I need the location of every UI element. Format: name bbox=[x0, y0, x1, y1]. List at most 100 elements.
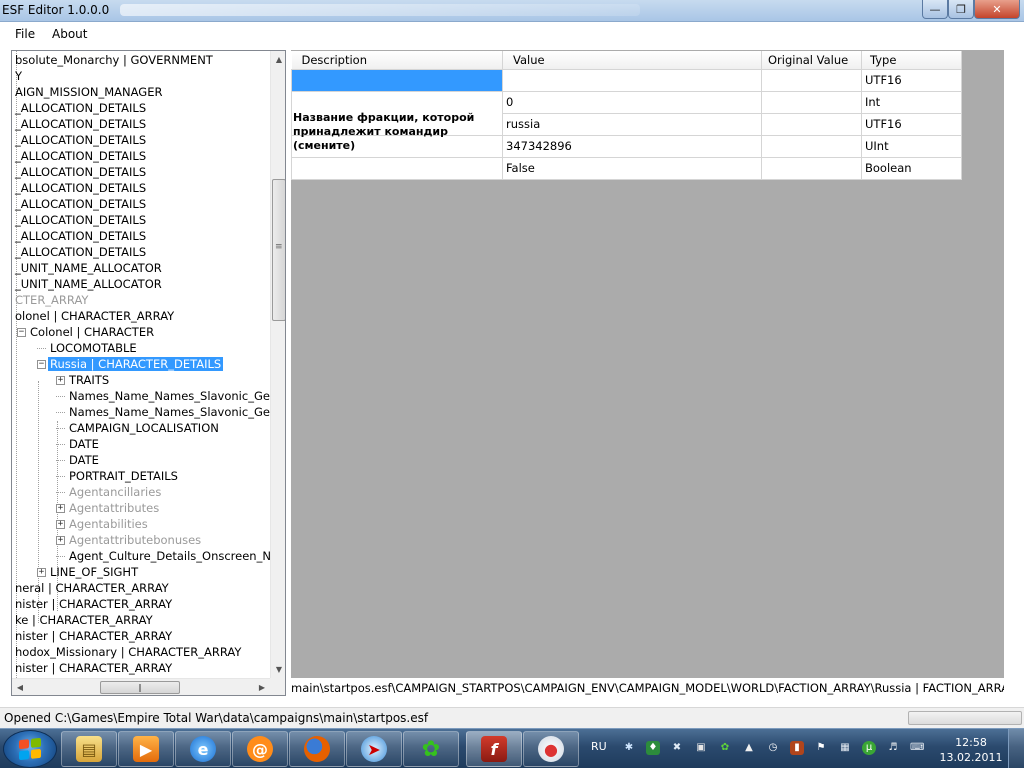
language-indicator[interactable]: RU bbox=[591, 740, 607, 753]
tree-node[interactable]: _ALLOCATION_DETAILS bbox=[13, 212, 148, 228]
cell-value[interactable]: False bbox=[502, 156, 762, 180]
tree-hscroll-thumb[interactable]: ‖ bbox=[100, 681, 180, 694]
cell-type[interactable]: UTF16 bbox=[861, 112, 962, 136]
tree-node[interactable]: _ALLOCATION_DETAILS bbox=[13, 148, 148, 164]
column-header-type[interactable]: Type bbox=[861, 51, 962, 70]
expand-plus-icon[interactable]: + bbox=[37, 568, 46, 577]
collapse-minus-icon[interactable]: − bbox=[17, 328, 26, 337]
tree-vscroll-thumb[interactable]: ≡ bbox=[272, 179, 285, 321]
expand-plus-icon[interactable]: + bbox=[56, 520, 65, 529]
security-icon[interactable]: ♦ bbox=[646, 741, 660, 755]
scroll-up-icon[interactable]: ▲ bbox=[271, 51, 285, 68]
minimize-button[interactable]: — bbox=[922, 0, 948, 19]
cell-original-value[interactable] bbox=[761, 134, 862, 158]
tree-node[interactable]: TRAITS bbox=[67, 372, 111, 388]
cell-original-value[interactable] bbox=[761, 68, 862, 92]
taskbar-mail[interactable]: @ bbox=[232, 731, 288, 767]
cell-description[interactable] bbox=[291, 68, 503, 92]
tree-node[interactable]: _ALLOCATION_DETAILS bbox=[13, 132, 148, 148]
show-desktop-button[interactable] bbox=[1008, 729, 1024, 768]
taskbar-icq[interactable]: ✿ bbox=[403, 731, 459, 767]
tree-node[interactable]: Colonel | CHARACTER bbox=[28, 324, 156, 340]
tree-node[interactable]: _ALLOCATION_DETAILS bbox=[13, 100, 148, 116]
volume-icon[interactable]: ♬ bbox=[886, 741, 900, 755]
expand-plus-icon[interactable]: + bbox=[56, 536, 65, 545]
network-tool-icon[interactable]: ✱ bbox=[622, 741, 636, 755]
utorrent-icon[interactable]: µ bbox=[862, 741, 876, 755]
puzzle-icon[interactable]: ▣ bbox=[694, 741, 708, 755]
tree-node[interactable]: Names_Name_Names_Slavonic_Generalmajor bbox=[67, 388, 270, 404]
grid-row[interactable]: UTF16 bbox=[291, 68, 962, 92]
tree-node[interactable]: ke | CHARACTER_ARRAY bbox=[13, 612, 155, 628]
tree-node[interactable]: LOCOMOTABLE bbox=[48, 340, 139, 356]
cell-type[interactable]: UInt bbox=[861, 134, 962, 158]
tree-node[interactable]: olonel | CHARACTER_ARRAY bbox=[13, 308, 176, 324]
tree-node[interactable]: _UNIT_NAME_ALLOCATOR bbox=[13, 260, 164, 276]
cell-type[interactable]: UTF16 bbox=[861, 68, 962, 92]
scroll-down-icon[interactable]: ▼ bbox=[271, 661, 285, 678]
menu-file[interactable]: File bbox=[15, 27, 35, 41]
cell-value[interactable]: 0 bbox=[502, 90, 762, 114]
taskbar-firefox[interactable] bbox=[289, 731, 345, 767]
tree-node[interactable]: PORTRAIT_DETAILS bbox=[67, 468, 180, 484]
grid-row[interactable]: 0 Int bbox=[291, 90, 962, 135]
collapse-minus-icon[interactable]: − bbox=[37, 360, 46, 369]
column-header-description[interactable]: Description bbox=[291, 51, 503, 70]
start-button[interactable] bbox=[3, 730, 57, 768]
tree-node[interactable]: Names_Name_Names_Slavonic_Generaltolmaso… bbox=[67, 404, 270, 420]
tree-node[interactable]: Agentattributebonuses bbox=[67, 532, 203, 548]
close-button[interactable]: ✕ bbox=[974, 0, 1020, 19]
tree-node[interactable]: Agentabilities bbox=[67, 516, 150, 532]
system-clock[interactable]: 12:58 13.02.2011 bbox=[938, 735, 1004, 765]
grid-row[interactable]: False Boolean bbox=[291, 156, 962, 180]
tree-vertical-scrollbar[interactable]: ▲ ≡ ▼ bbox=[270, 51, 285, 678]
cell-value[interactable] bbox=[502, 68, 762, 92]
tree-horizontal-scrollbar[interactable]: ◀ ‖ ▶ bbox=[12, 678, 270, 695]
tree-node[interactable]: _ALLOCATION_DETAILS bbox=[13, 164, 148, 180]
tree-node[interactable]: _ALLOCATION_DETAILS bbox=[13, 228, 148, 244]
action-center-flag-icon[interactable]: ⚑ bbox=[814, 741, 828, 755]
keyboard-icon[interactable]: ⌨ bbox=[910, 741, 924, 755]
tree-node[interactable]: _ALLOCATION_DETAILS bbox=[13, 180, 148, 196]
book-icon[interactable]: ▮ bbox=[790, 741, 804, 755]
tree-node[interactable]: _ALLOCATION_DETAILS bbox=[13, 116, 148, 132]
column-header-original-value[interactable]: Original Value bbox=[761, 51, 862, 70]
cell-original-value[interactable] bbox=[761, 156, 862, 180]
taskbar-safari[interactable]: ➤ bbox=[346, 731, 402, 767]
tree-node[interactable]: CTER_ARRAY bbox=[13, 292, 90, 308]
network-icon[interactable]: ▦ bbox=[838, 741, 852, 755]
expand-plus-icon[interactable]: + bbox=[56, 504, 65, 513]
cell-value[interactable]: russia bbox=[502, 112, 762, 136]
tree-node[interactable]: Y bbox=[13, 68, 24, 84]
cell-description[interactable] bbox=[291, 156, 503, 180]
tree-node[interactable]: AIGN_MISSION_MANAGER bbox=[13, 84, 164, 100]
cell-type[interactable]: Int bbox=[861, 90, 962, 114]
tree-node[interactable]: _UNIT_NAME_ALLOCATOR bbox=[13, 276, 164, 292]
tree-node[interactable]: nister | CHARACTER_ARRAY bbox=[13, 660, 174, 676]
maximize-button[interactable]: ❐ bbox=[948, 0, 974, 19]
hardware-icon[interactable]: ▲ bbox=[742, 741, 756, 755]
cell-original-value[interactable] bbox=[761, 90, 862, 114]
column-header-value[interactable]: Value bbox=[502, 51, 762, 70]
cell-type[interactable]: Boolean bbox=[861, 156, 962, 180]
tree-node[interactable]: LINE_OF_SIGHT bbox=[48, 564, 140, 580]
taskbar-media-player[interactable]: ▶ bbox=[118, 731, 174, 767]
cell-value[interactable]: 347342896 bbox=[502, 134, 762, 158]
tree-node[interactable]: nister | CHARACTER_ARRAY bbox=[13, 596, 174, 612]
tree-node[interactable]: _ALLOCATION_DETAILS bbox=[13, 196, 148, 212]
scroll-left-icon[interactable]: ◀ bbox=[12, 679, 28, 695]
tree-node[interactable]: Agentattributes bbox=[67, 500, 161, 516]
taskbar-internet-explorer[interactable]: e bbox=[175, 731, 231, 767]
tree-node[interactable]: _ALLOCATION_DETAILS bbox=[13, 244, 148, 260]
tree-node[interactable]: neral | CHARACTER_ARRAY bbox=[13, 580, 171, 596]
taskbar-paint[interactable]: ● bbox=[523, 731, 579, 767]
menu-about[interactable]: About bbox=[52, 27, 87, 41]
taskbar-explorer[interactable]: ▤ bbox=[61, 731, 117, 767]
cell-original-value[interactable] bbox=[761, 112, 862, 136]
cross-arrows-icon[interactable]: ✖ bbox=[670, 741, 684, 755]
tree-view[interactable]: bsolute_Monarchy | GOVERNMENT Y AIGN_MISSI… bbox=[11, 50, 286, 696]
clock-tray-icon[interactable]: ◷ bbox=[766, 741, 780, 755]
icq-tray-icon[interactable]: ✿ bbox=[718, 741, 732, 755]
scroll-right-icon[interactable]: ▶ bbox=[254, 679, 270, 695]
tree-node[interactable]: nister | CHARACTER_ARRAY bbox=[13, 628, 174, 644]
